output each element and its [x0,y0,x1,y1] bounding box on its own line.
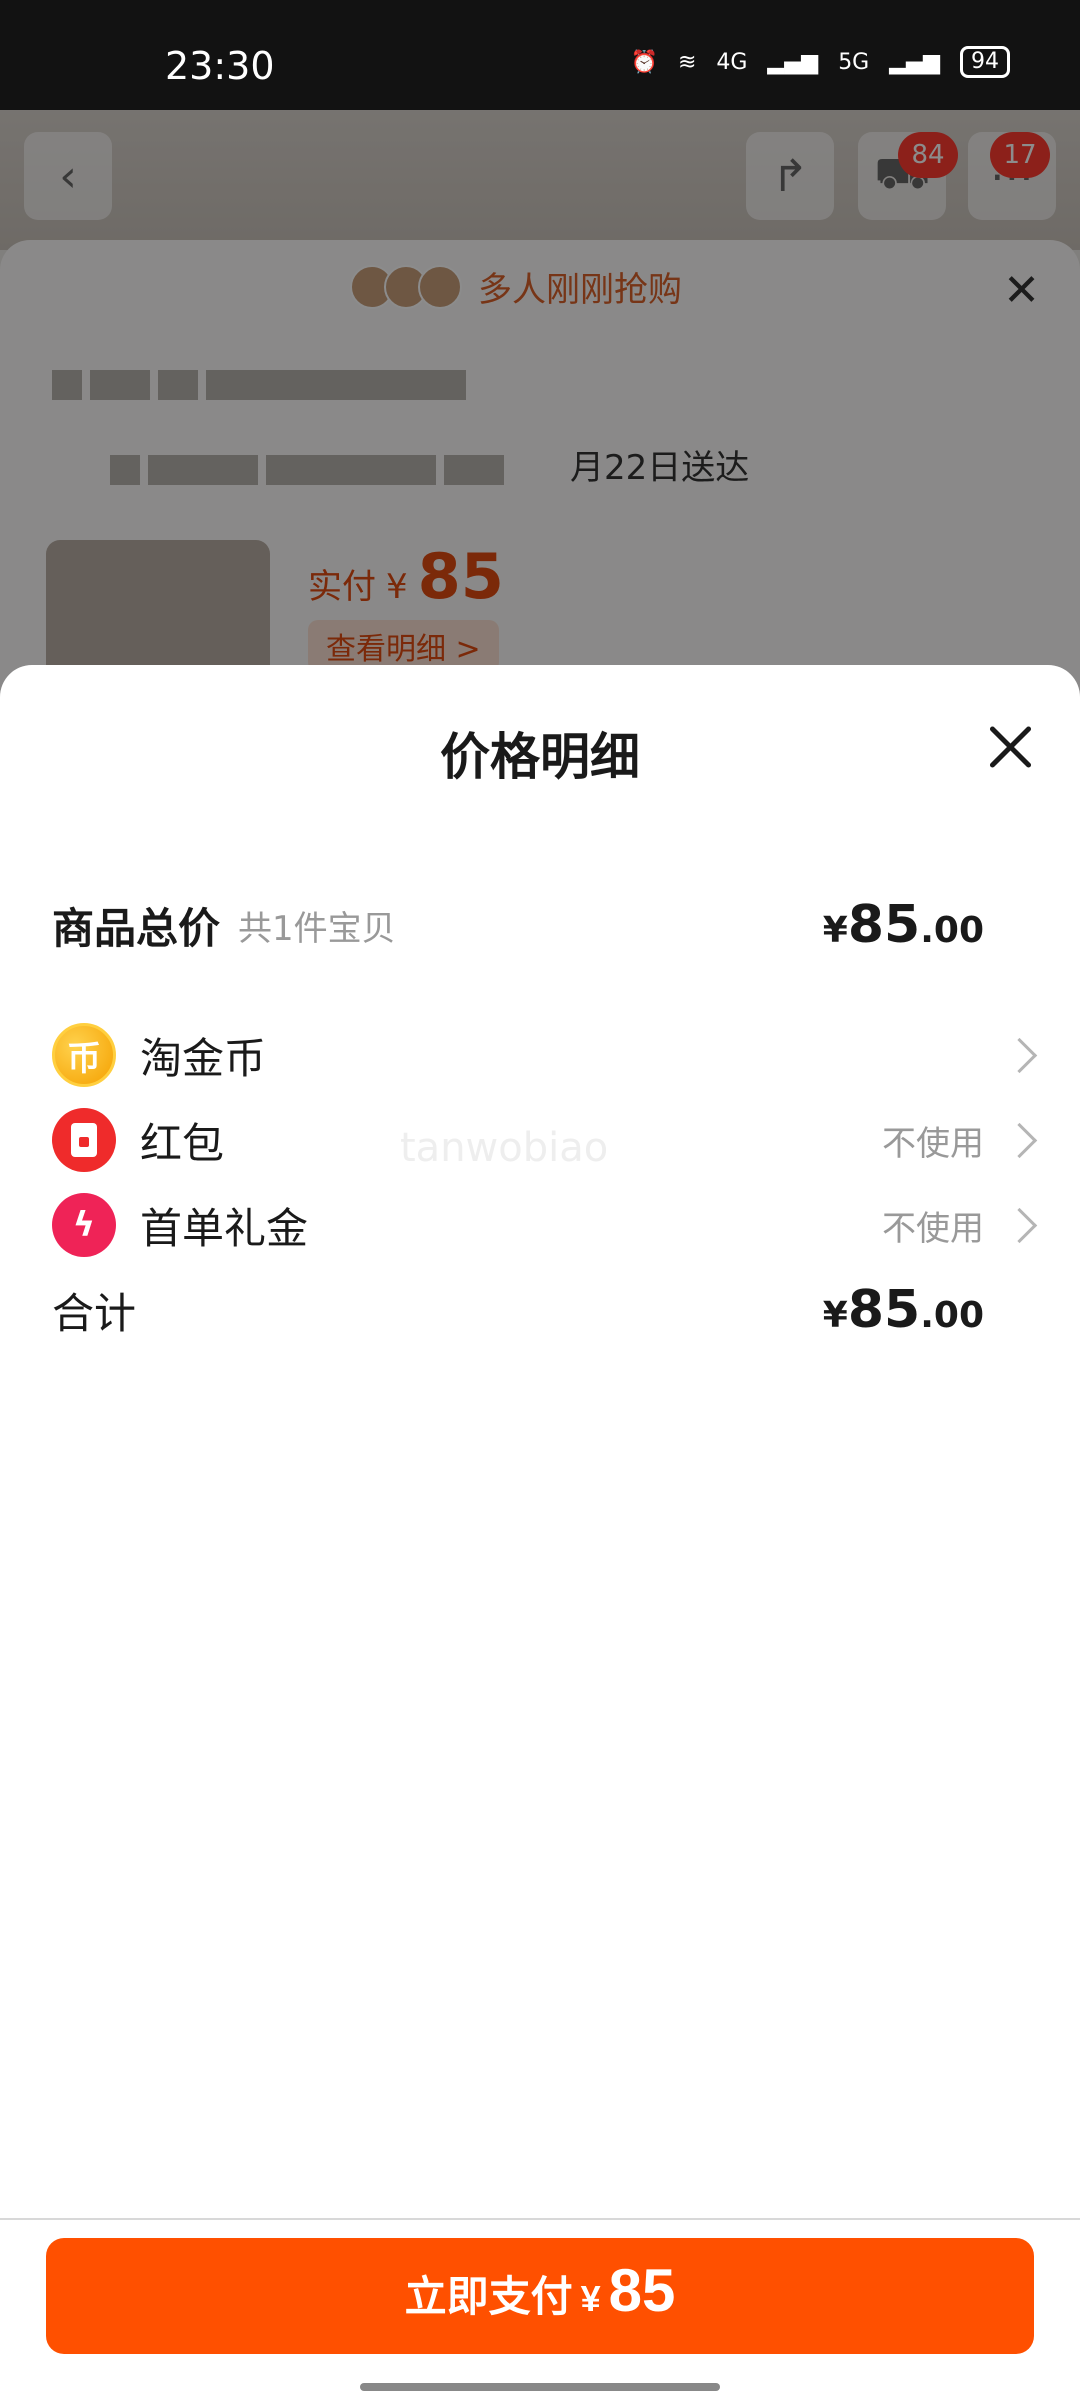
chevron-right-icon [1001,1122,1038,1158]
price-integer: 85 [847,1280,921,1340]
first-order-gift-row[interactable]: ϟ 首单礼金 不使用 [52,1185,1038,1265]
alarm-icon: ⏰ [630,49,658,75]
price-symbol: ¥ [822,910,848,951]
status-time: 23:30 [165,44,275,88]
signal-icon: ▂▄▆ [767,49,819,75]
close-icon[interactable] [986,723,1034,771]
price-decimal: .00 [920,1295,984,1336]
signal-icon: ▂▄▆ [889,49,940,75]
red-packet-label: 红包 [140,1118,225,1168]
price-detail-sheet: 价格明细 商品总价 共1件宝贝 ¥ 85 .00 币 淘金币 红包 不使用 ϟ … [0,665,1080,2400]
total-label: 合计 [52,1288,137,1338]
status-bar: 23:30 ⏰ ≋ 4G ▂▄▆ 5G ▂▄▆ 94 [0,0,1080,110]
chevron-right-icon [1001,1207,1038,1243]
price-integer: 85 [847,895,921,955]
red-packet-icon [52,1108,116,1172]
status-icons: ⏰ ≋ 4G ▂▄▆ 5G ▂▄▆ 94 [631,46,1010,78]
red-packet-status: 不使用 [882,1123,984,1164]
total-price: ¥ 85 .00 [823,1280,984,1340]
lightning-icon: ϟ [52,1193,116,1257]
coin-icon: 币 [52,1023,116,1087]
network-4g: 4G [716,49,748,75]
chevron-right-icon [1001,1037,1038,1073]
taojinbi-label: 淘金币 [140,1033,267,1083]
home-indicator[interactable] [360,2383,720,2391]
pay-button-label: 立即支付 [404,2273,573,2320]
item-count: 共1件宝贝 [238,908,396,949]
network-5g: 5G [838,49,870,75]
taojinbi-row[interactable]: 币 淘金币 [52,1015,1038,1095]
first-order-gift-status: 不使用 [882,1208,984,1249]
battery-icon: 94 [960,46,1010,78]
subtotal-price: ¥ 85 .00 [823,895,984,955]
subtotal-row: 商品总价 共1件宝贝 ¥ 85 .00 [52,885,1032,965]
wifi-icon: ≋ [677,49,697,75]
watermark: tanwobiao [400,1125,609,1171]
pay-now-button[interactable]: 立即支付 ¥ 85 [46,2238,1034,2354]
bottom-divider [0,2218,1080,2220]
subtotal-label: 商品总价 [52,903,221,953]
price-symbol: ¥ [822,1295,848,1336]
total-row: 合计 ¥ 85 .00 [52,1270,1032,1350]
price-decimal: .00 [920,910,984,951]
pay-button-amount: 85 [608,2257,676,2324]
pay-button-symbol: ¥ [580,2278,601,2319]
sheet-title: 价格明细 [440,728,640,786]
first-order-gift-label: 首单礼金 [140,1203,309,1253]
